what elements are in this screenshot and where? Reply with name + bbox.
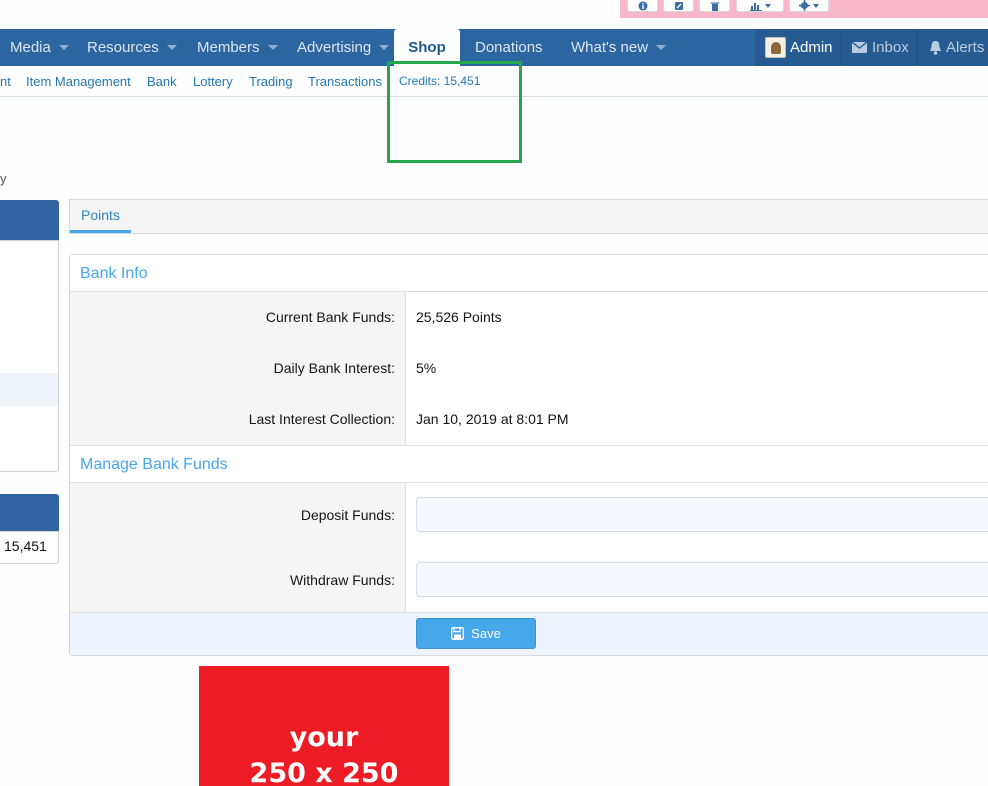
subnav-item-partial[interactable]: nt [0,66,11,97]
withdraw-label: Withdraw Funds: [289,572,395,588]
envelope-icon [852,42,867,53]
ad-text-line1: your [289,722,359,753]
nav-label: What's new [571,39,649,56]
manage-funds-title: Manage Bank Funds [70,446,988,483]
sidebar-item-active[interactable] [0,373,58,406]
chevron-down-icon [764,3,771,8]
settings-button[interactable] [789,0,829,12]
ad-banner[interactable]: your 250 x 250 [199,666,449,786]
delete-button[interactable] [699,0,730,12]
edit-icon [674,1,683,10]
nav-media[interactable]: Media [10,29,69,66]
nav-resources[interactable]: Resources [87,29,177,66]
nav-members[interactable]: Members [197,29,278,66]
sidebar-menu [0,240,59,472]
withdraw-input[interactable] [416,562,988,597]
breadcrumb: y [0,171,7,186]
current-funds-label: Current Bank Funds: [265,309,395,325]
bank-info-title: Bank Info [70,255,988,292]
sidebar-credits-value: 15,451 [4,538,47,554]
label-column [70,483,406,612]
save-button[interactable]: Save [416,618,536,649]
nav-label: Resources [87,39,159,56]
stats-button[interactable] [736,0,784,12]
tab-points[interactable]: Points [70,200,131,233]
subnav-item-lottery[interactable]: Lottery [193,66,233,97]
alerts-label: Alerts [946,39,985,56]
nav-divider [841,29,842,66]
nav-label: Advertising [297,39,372,56]
nav-whats-new[interactable]: What's new [571,29,667,66]
sidebar-header [0,200,59,240]
subnav-item-bank[interactable]: Bank [147,66,177,97]
current-funds-value: 25,526 Points [416,309,502,325]
save-icon [451,627,465,640]
edit-button[interactable] [663,0,694,12]
last-collection-label: Last Interest Collection: [248,411,395,427]
nav-divider [917,29,918,66]
ad-text-line2: 250 x 250 [249,758,399,786]
info-button[interactable] [627,0,658,12]
sidebar-credits-header [0,494,59,531]
user-menu[interactable]: Admin [790,29,833,66]
trash-icon [710,2,719,11]
chevron-down-icon [166,45,177,50]
info-icon [638,1,647,10]
subnav-item-trading[interactable]: Trading [249,66,293,97]
alerts-link[interactable]: Alerts [929,29,984,66]
nav-label: Media [10,39,51,56]
avatar[interactable] [765,37,786,58]
chevron-down-icon [813,3,819,8]
deposit-input[interactable] [416,497,988,532]
last-collection-value: Jan 10, 2019 at 8:01 PM [416,411,569,427]
inbox-label: Inbox [872,39,909,56]
bell-icon [930,40,941,55]
chevron-down-icon [656,45,667,50]
chevron-down-icon [379,45,390,50]
daily-interest-label: Daily Bank Interest: [273,360,395,376]
chevron-down-icon [267,45,278,50]
user-name: Admin [790,39,833,56]
nav-advertising[interactable]: Advertising [297,29,390,66]
chevron-down-icon [58,45,69,50]
nav-label: Members [197,39,260,56]
highlight-box [387,61,522,163]
subnav-item-transactions[interactable]: Transactions [308,66,382,97]
gear-icon [799,0,810,11]
tab-bar [69,199,988,234]
subnav-item-management[interactable]: Item Management [26,66,131,97]
daily-interest-value: 5% [416,360,437,376]
chart-icon [749,2,762,11]
deposit-label: Deposit Funds: [300,507,395,523]
save-label: Save [471,626,501,641]
inbox-link[interactable]: Inbox [852,29,909,66]
